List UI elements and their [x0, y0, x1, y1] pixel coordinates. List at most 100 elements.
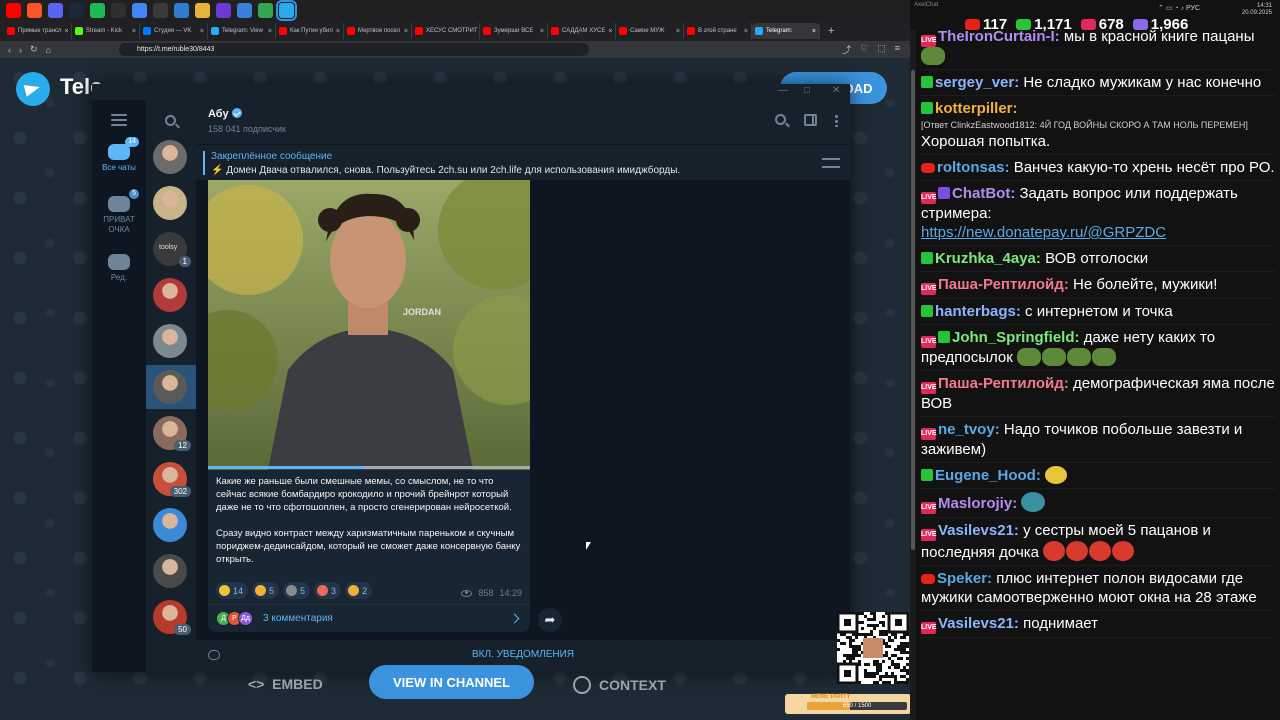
forward-icon[interactable]: › — [19, 45, 22, 55]
chat-username[interactable]: roltonsas — [937, 159, 1005, 176]
obs-icon[interactable] — [111, 3, 126, 18]
home-icon[interactable]: ⌂ — [46, 45, 51, 55]
reaction-chip[interactable]: 3 — [314, 582, 342, 599]
browser-tab[interactable]: Мертвое посел × — [344, 23, 412, 39]
minimize-icon[interactable]: — — [778, 85, 788, 96]
brave-icon[interactable] — [27, 3, 42, 18]
tab-close-icon[interactable]: × — [744, 28, 748, 35]
channel-header[interactable]: Абу 158 041 подписчик — [196, 100, 850, 144]
discord-icon[interactable] — [48, 3, 63, 18]
app-icon[interactable] — [153, 3, 168, 18]
share-forward-button[interactable]: ➦ — [538, 608, 562, 632]
tab-close-icon[interactable]: × — [132, 28, 136, 35]
browser-tab[interactable]: Прямые трансл × — [4, 23, 72, 39]
chat-username[interactable]: Kruzhka_4aya — [935, 250, 1036, 267]
browser-tab[interactable]: Telegram: × — [752, 23, 820, 39]
tab-close-icon[interactable]: × — [812, 28, 816, 35]
hamburger-menu-icon[interactable] — [111, 114, 127, 129]
reaction-chip[interactable]: 2 — [345, 582, 373, 599]
chat-username[interactable]: ChatBot — [952, 185, 1010, 202]
chat-message-text: Ванчез какую-то хрень несёт про РО. — [1013, 159, 1275, 176]
chat-username[interactable]: sergey_ver — [935, 74, 1014, 91]
video-progress-bar[interactable] — [208, 466, 530, 469]
chat-username[interactable]: Vasilevs21 — [938, 615, 1014, 632]
browser-tab[interactable]: Самое МУЖ × — [616, 23, 684, 39]
reload-icon[interactable]: ↻ — [30, 44, 38, 55]
chat-avatar[interactable] — [153, 140, 187, 174]
back-icon[interactable]: ‹ — [8, 45, 11, 55]
chat-username[interactable]: John_Springfield — [952, 329, 1075, 346]
chat-username[interactable]: Maslorojiy — [938, 495, 1012, 512]
sidebar-toggle-icon[interactable] — [804, 114, 817, 126]
browser-tab[interactable]: В этой стране × — [684, 23, 752, 39]
address-input[interactable]: https://t.me/ruble30/8443 — [118, 43, 589, 56]
tab-close-icon[interactable]: × — [540, 28, 544, 35]
steam-icon[interactable] — [69, 3, 84, 18]
browser-tab[interactable]: ХЕСУС СМОТРИТ× — [412, 23, 480, 39]
tab-close-icon[interactable]: × — [65, 28, 69, 35]
chat-username[interactable]: Паша-Рептилойд — [938, 375, 1064, 392]
folder-all-chats[interactable]: 14 Все чаты — [92, 137, 146, 173]
donate-link[interactable]: https://new.donatepay.ru/@GRPZDC — [921, 224, 1166, 241]
tab-close-icon[interactable]: × — [676, 28, 680, 35]
folder-private[interactable]: 5 ПРИВАТ ОЧКА — [92, 189, 146, 235]
sync-icon[interactable] — [174, 3, 189, 18]
chat-username[interactable]: ne_tvoy — [938, 421, 995, 438]
menu-icon[interactable]: ≡ — [895, 43, 900, 56]
pinned-list-icon[interactable] — [822, 158, 840, 168]
pinned-message-bar[interactable]: Закреплённое сообщение ⚡ Домен Двача отв… — [196, 144, 850, 180]
enable-notifications-button[interactable]: ВКЛ. УВЕДОМЛЕНИЯ — [196, 649, 850, 660]
media-icon[interactable] — [237, 3, 252, 18]
chat-scrollbar-thumb[interactable] — [911, 70, 915, 550]
chat-scrollbar[interactable] — [910, 30, 916, 720]
post-video[interactable]: JORDAN — [208, 180, 530, 470]
browser-tab[interactable]: Как Путин убил × — [276, 23, 344, 39]
browser-tab[interactable]: Зумерши ВСЕ × — [480, 23, 548, 39]
chat-username[interactable]: Eugene_Hood — [935, 467, 1036, 484]
chat-avatar[interactable] — [153, 278, 187, 312]
reaction-chip[interactable]: 14 — [216, 582, 249, 599]
folder-icon[interactable] — [195, 3, 210, 18]
browser-tab[interactable]: САДДАМ ХУСЕ × — [548, 23, 616, 39]
chat-avatar[interactable] — [153, 370, 187, 404]
maximize-icon[interactable]: □ — [804, 85, 810, 96]
chat-username[interactable]: Speker — [937, 570, 987, 587]
context-button[interactable]: CONTEXT — [573, 676, 666, 694]
bookmark-icon[interactable]: ♡ — [860, 43, 868, 56]
reaction-chip[interactable]: 5 — [283, 582, 311, 599]
chat-avatar[interactable] — [153, 186, 187, 220]
game-icon[interactable] — [216, 3, 231, 18]
chat-username[interactable]: Vasilevs21 — [938, 522, 1014, 539]
chat-username[interactable]: kotterpiller — [935, 100, 1013, 117]
tab-close-icon[interactable]: × — [608, 28, 612, 35]
chat-avatar[interactable] — [153, 508, 187, 542]
comments-button[interactable]: Д Р Дд 3 комментария — [208, 604, 530, 632]
view-in-channel-button[interactable]: VIEW IN CHANNEL — [369, 665, 534, 699]
share-icon[interactable]: ⤴ — [842, 43, 851, 56]
tab-close-icon[interactable]: × — [200, 28, 204, 35]
chat-icon[interactable] — [258, 3, 273, 18]
search-icon[interactable] — [165, 115, 176, 126]
embed-button[interactable]: <> EMBED — [248, 676, 323, 692]
browser-tab[interactable]: Stream - Kick × — [72, 23, 140, 39]
chat-username[interactable]: hanterbags — [935, 303, 1016, 320]
reaction-chip[interactable]: 5 — [252, 582, 280, 599]
chat-username[interactable]: Паша-Рептилойд — [938, 276, 1064, 293]
chrome-icon[interactable] — [132, 3, 147, 18]
folder-edit[interactable]: Ред. — [92, 254, 146, 283]
tab-close-icon[interactable]: × — [336, 28, 340, 35]
tab-close-icon[interactable]: × — [404, 28, 408, 35]
tab-close-icon[interactable]: × — [268, 28, 272, 35]
chat-avatar[interactable] — [153, 324, 187, 358]
close-icon[interactable]: ✕ — [832, 85, 840, 96]
telegram-icon[interactable] — [276, 0, 297, 21]
browser-tab[interactable]: Telegram: View × — [208, 23, 276, 39]
spotify-icon[interactable] — [90, 3, 105, 18]
more-options-icon[interactable] — [835, 114, 838, 127]
search-icon[interactable] — [775, 114, 786, 125]
new-tab-icon[interactable]: + — [828, 25, 834, 37]
chat-avatar[interactable] — [153, 554, 187, 588]
browser-tab[interactable]: Студия — VK × — [140, 23, 208, 39]
youtube-icon[interactable] — [6, 3, 21, 18]
extensions-icon[interactable]: ⬚ — [877, 43, 886, 56]
